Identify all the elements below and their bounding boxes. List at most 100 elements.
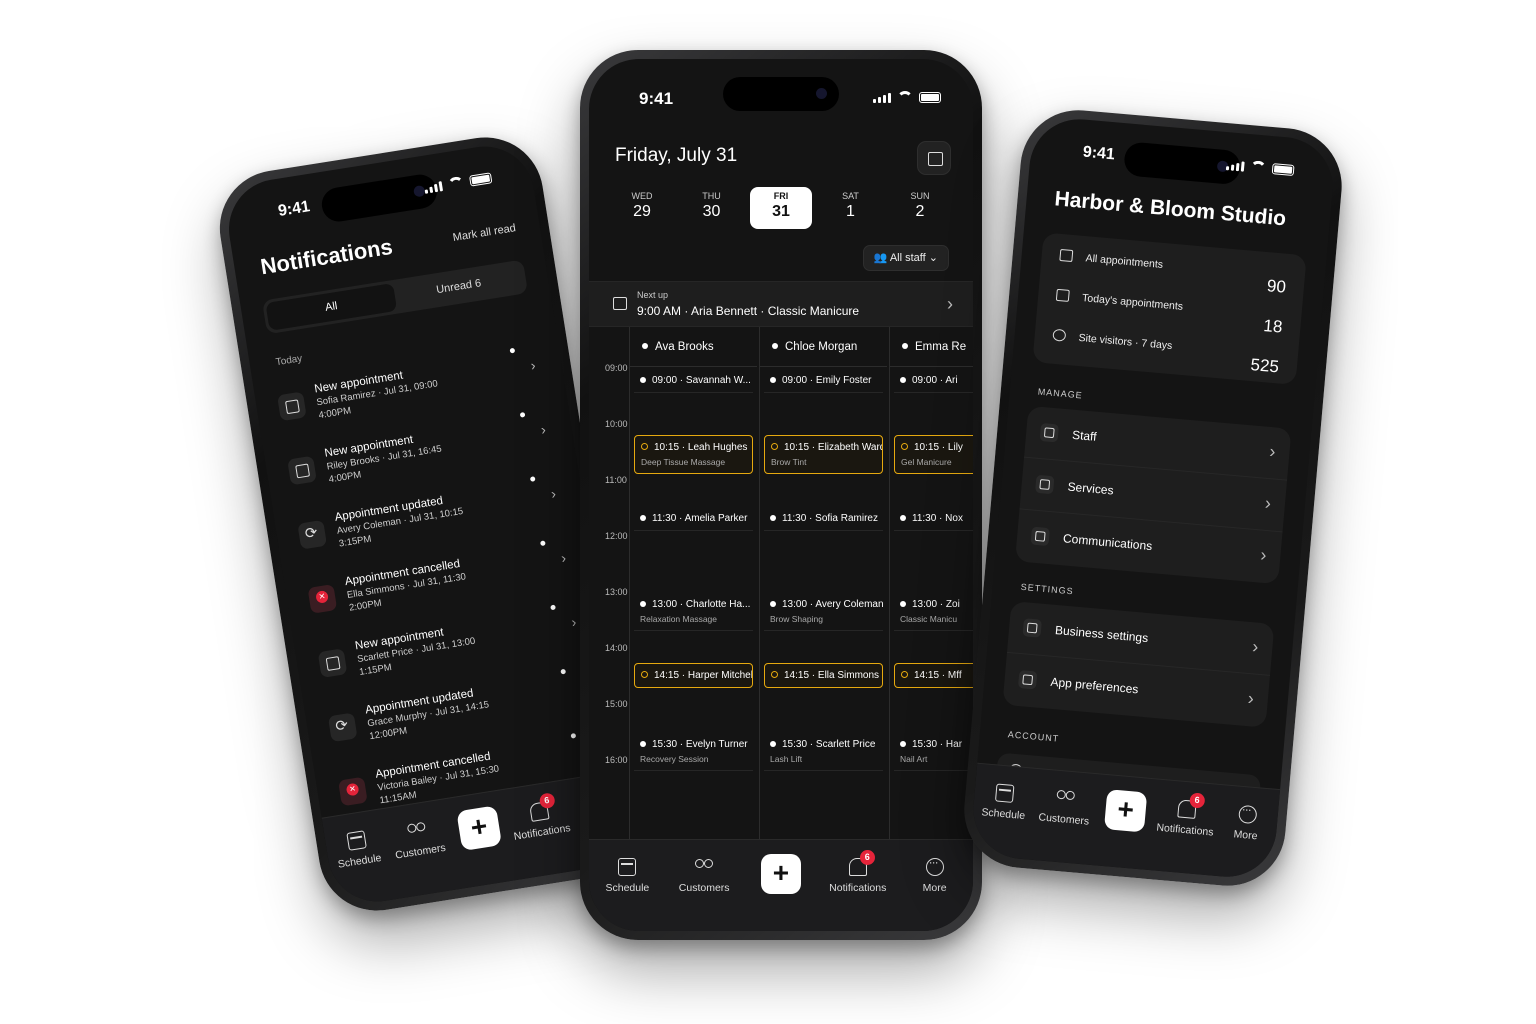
notification-texts: Appointment updated Grace Murphy · Jul 31… [364,685,491,742]
appointment-title: 15:30 · Evelyn Turner [640,739,748,750]
status-time: 9:41 [276,198,312,220]
appointment-service: Nail Art [900,754,928,764]
chevron-right-icon: › [549,485,557,502]
appointment-title: 09:00 · Savannah W... [640,375,751,386]
dynamic-island [723,77,839,111]
day-number: 31 [772,203,790,220]
appointment-block[interactable]: 15:30 · Scarlett Price Lash Lift [764,733,883,771]
day-sun[interactable]: SUN 2 [889,187,951,229]
people-icon [695,858,714,876]
calendar-picker-button[interactable] [917,141,951,175]
appointment-block[interactable]: 13:00 · Zoi Classic Manicu [894,593,973,631]
appointment-title: 10:15 · Elizabeth Ward [771,442,882,453]
appointment-block[interactable]: 10:15 · Leah Hughes Deep Tissue Massage [634,435,753,474]
tab-schedule[interactable]: Schedule [325,827,391,872]
staff-column: Emma Re 09:00 · Ari 10:15 · Lily Gel Manicu… [889,327,973,839]
day-fri[interactable]: FRI 31 [750,187,812,229]
staff-name[interactable]: Emma Re [890,327,973,367]
appointment-block[interactable]: 10:15 · Lily Gel Manicure [894,435,973,474]
appointment-block[interactable]: 15:30 · Evelyn Turner Recovery Session [634,733,753,771]
appointment-service: Brow Shaping [770,614,823,624]
tab-notifications[interactable]: 6 Notifications [826,850,890,894]
battery-icon [468,172,493,187]
day-name: THU [702,191,721,201]
segment-unread[interactable]: Unread 6 [393,263,525,311]
tab-notifications[interactable]: 6 Notifications [507,792,573,843]
tab-schedule[interactable]: Schedule [595,858,659,894]
appointment-block[interactable]: 14:15 · Ella Simmons [764,663,883,688]
notification-texts: Appointment updated Avery Coleman · Jul 3… [334,492,466,549]
calendar-icon [618,858,637,876]
add-button[interactable]: + [1094,789,1158,833]
day-wed[interactable]: WED 29 [611,187,673,229]
appointment-block[interactable]: 14:15 · Mff [894,663,973,688]
staff-column: Chloe Morgan 09:00 · Emily Foster 10:15 · … [759,327,887,839]
mark-all-read-button[interactable]: Mark all read [452,222,517,244]
next-up-banner[interactable]: Next up 9:00 AM · Aria Bennett · Classic… [589,281,973,327]
section-header-settings: SETTINGS [1020,581,1075,597]
chevron-right-icon: › [560,549,568,566]
bell-icon: 6 [528,792,556,822]
stage: 9:41 Notifications Mark all read All Unr… [0,0,1536,1024]
notification-badge: 6 [538,792,556,810]
sliders-icon [1017,670,1038,690]
appointment-title: 11:30 · Amelia Parker [640,513,747,524]
appointment-block[interactable]: 13:00 · Charlotte Ha... Relaxation Massag… [634,593,753,631]
next-up-label: Next up [637,290,669,300]
appointment-block[interactable]: 09:00 · Ari [894,369,973,393]
tab-customers[interactable]: Customers [672,858,736,894]
section-header-today: Today [275,353,304,369]
staff-name[interactable]: Chloe Morgan [760,327,887,367]
schedule-date-title: Friday, July 31 [615,145,738,166]
appointment-block[interactable]: 15:30 · Har Nail Art [894,733,973,771]
appointment-block[interactable]: 13:00 · Avery Coleman Brow Shaping [764,593,883,631]
sync-icon [297,519,328,550]
chevron-right-icon: › [1251,636,1260,657]
day-name: SAT [842,191,859,201]
hour-label: 11:00 [605,475,627,485]
appointment-block[interactable]: 10:15 · Elizabeth Ward Brow Tint [764,435,883,474]
day-thu[interactable]: THU 30 [681,187,743,229]
chevron-right-icon: › [529,356,537,374]
staff-column: Ava Brooks 09:00 · Savannah W... 10:15 · L… [629,327,757,839]
tab-more[interactable]: More [1215,803,1279,844]
appointment-title: 14:15 · Mff [901,670,973,681]
more-icon [925,855,944,876]
appointment-service: Recovery Session [640,754,709,764]
hour-label: 12:00 [605,531,628,541]
add-button[interactable]: + [446,805,512,853]
calendar-icon [317,647,348,678]
appointment-block[interactable]: 11:30 · Nox [894,507,973,531]
signal-icon [424,181,444,194]
appointment-block[interactable]: 11:30 · Sofia Ramirez [764,507,883,531]
tab-customers[interactable]: Customers [385,817,451,862]
appointment-block[interactable]: 14:15 · Harper Mitchell [634,663,753,688]
menu-item-label: App preferences [1049,674,1139,697]
segment-all[interactable]: All [265,283,398,331]
day-number: 2 [915,203,925,220]
tab-customers[interactable]: Customers [1033,787,1097,828]
calendar-icon [276,390,307,421]
stat-label: Site visitors · 7 days [1078,331,1173,353]
staff-filter-dropdown[interactable]: 👥 All staff ⌄ [862,245,949,271]
stat-label: All appointments [1085,252,1164,271]
day-sat[interactable]: SAT 1 [820,187,882,229]
add-button[interactable]: + [749,854,813,894]
menu-item-label: Staff [1071,427,1098,444]
appointment-title: 10:15 · Leah Hughes [641,442,747,453]
appointment-block[interactable]: 09:00 · Savannah W... [634,369,753,393]
manage-menu: Staff › Services › Communications › [1014,405,1292,585]
appointment-block[interactable]: 11:30 · Amelia Parker [634,507,753,531]
tab-more[interactable]: More [903,855,967,894]
tab-notifications[interactable]: 6 Notifications [1154,792,1218,839]
appointment-title: 11:30 · Nox [900,513,973,524]
appointment-block[interactable]: 09:00 · Emily Foster [764,369,883,393]
tab-label: Customers [1038,811,1090,828]
schedule-screen: 9:41 Friday, July 31 WED 29 THU 30 FRI 31 SAT 1… [589,59,973,931]
hour-label: 15:00 [605,699,628,709]
staff-name[interactable]: Ava Brooks [630,327,757,367]
tab-label: Notifications [829,882,887,894]
unread-dot [550,604,556,611]
tab-schedule[interactable]: Schedule [972,782,1036,823]
tab-bar: Schedule Customers + 6 Notifications More [589,839,973,931]
